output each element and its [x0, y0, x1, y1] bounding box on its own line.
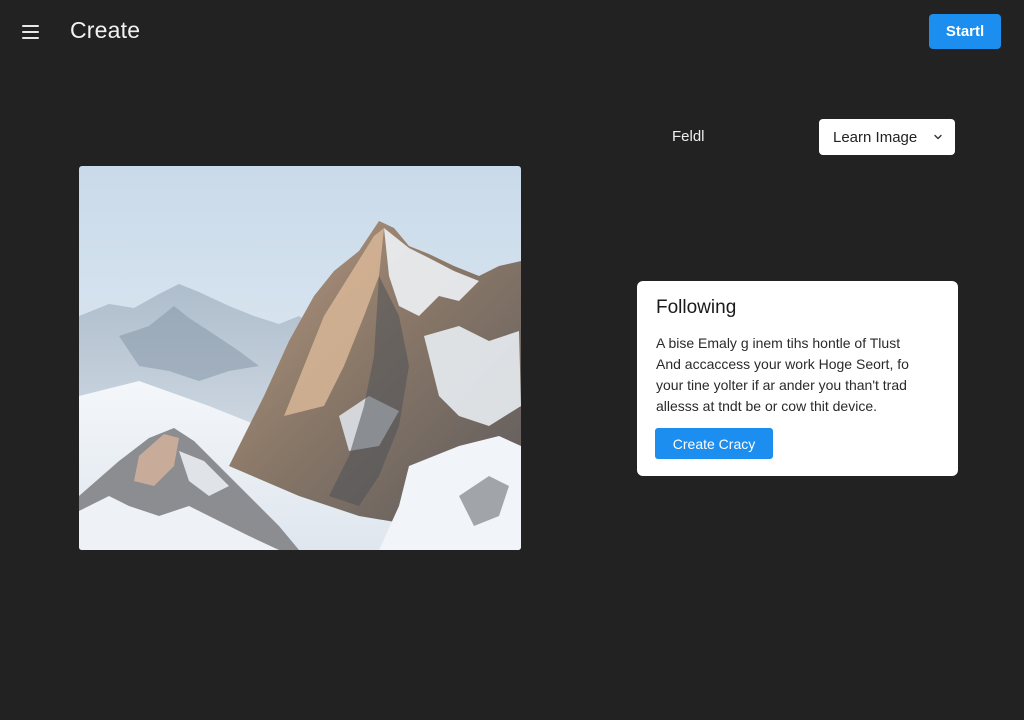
card-line: your tine yolter if ar ander you than't …: [656, 377, 907, 393]
create-button[interactable]: Create Cracy: [655, 428, 773, 459]
menu-icon-bar: [22, 25, 39, 27]
field-label: Feldl: [672, 128, 705, 145]
image-type-select[interactable]: Learn Image: [819, 119, 955, 155]
card-line: And accaccess your work Hoge Seort, fo: [656, 356, 909, 372]
card-title: Following: [656, 297, 737, 318]
menu-icon-bar: [22, 37, 39, 39]
select-value: Learn Image: [833, 128, 918, 146]
card-description: A bise Emaly g inem tihs hontle of Tlust…: [656, 333, 940, 417]
following-card: Following A bise Emaly g inem tihs hontl…: [637, 281, 958, 476]
card-line: allesss at tndt be or cow thit device.: [656, 398, 877, 414]
page-title: Create: [70, 17, 141, 43]
menu-icon[interactable]: [22, 22, 44, 42]
card-line: A bise Emaly g inem tihs hontle of Tlust: [656, 335, 901, 351]
start-button[interactable]: Startl: [929, 14, 1001, 49]
menu-icon-bar: [22, 31, 39, 33]
mountain-image: [79, 166, 521, 550]
chevron-down-icon: [934, 134, 942, 140]
